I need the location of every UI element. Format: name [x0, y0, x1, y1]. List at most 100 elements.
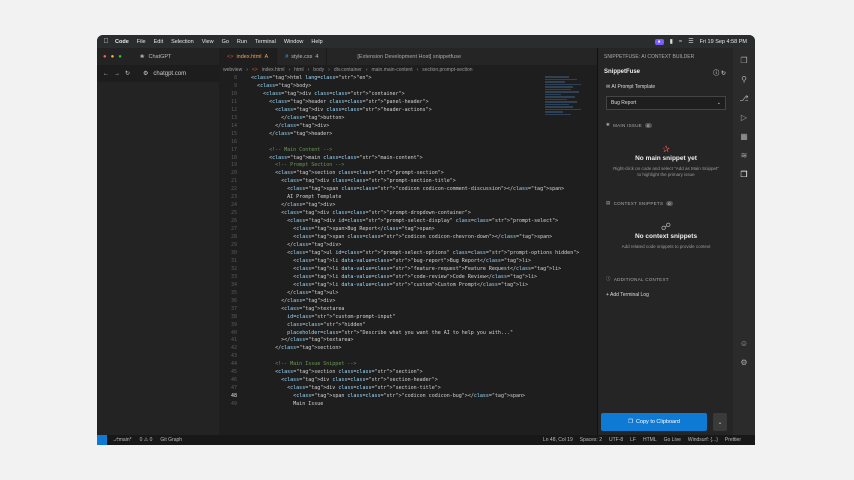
code-line[interactable]: 43: [219, 353, 589, 361]
breadcrumb-item[interactable]: section.prompt-section: [422, 67, 472, 73]
code-line[interactable]: 13 </class="tag">button>: [219, 115, 589, 123]
source-control-icon[interactable]: ⎇: [739, 94, 748, 103]
code-line[interactable]: 46 <class="tag">div class=class="str">"s…: [219, 377, 589, 385]
help-icon[interactable]: ⓘ: [713, 71, 719, 77]
menu-terminal[interactable]: Terminal: [255, 39, 276, 45]
code-line[interactable]: 9 <class="tag">body>: [219, 83, 589, 91]
breadcrumb-item[interactable]: webview: [223, 67, 242, 73]
settings-gear-icon[interactable]: ⚙: [740, 358, 747, 367]
problems-count[interactable]: 0 ⚠ 0: [140, 437, 153, 443]
menu-code[interactable]: Code: [115, 39, 129, 45]
snippetfuse-icon[interactable]: ❒: [740, 170, 747, 179]
add-terminal-log-button[interactable]: + Add Terminal Log: [598, 292, 734, 298]
line-ending[interactable]: LF: [630, 437, 636, 443]
remote-indicator[interactable]: [97, 435, 107, 445]
code-line[interactable]: 48 <class="tag">span class=class="str">"…: [219, 393, 589, 401]
code-line[interactable]: 34 <class="tag">li data-value=class="str…: [219, 282, 589, 290]
code-line[interactable]: 45 <class="tag">section class=class="str…: [219, 369, 589, 377]
prettier-status[interactable]: Prettier: [725, 437, 741, 443]
breadcrumb-item[interactable]: div.container: [334, 67, 362, 73]
copy-options-dropdown[interactable]: ⌄: [713, 413, 727, 431]
browser-tab-label[interactable]: ChatGPT: [148, 54, 171, 60]
menu-help[interactable]: Help: [311, 39, 322, 45]
code-line[interactable]: 47 <class="tag">div class=class="str">"s…: [219, 385, 589, 393]
code-lines[interactable]: 8 <class="tag">html lang=class="str">"en…: [219, 75, 589, 437]
prompt-template-select[interactable]: Bug Report ⌄: [606, 96, 726, 110]
context-snippets-header[interactable]: ▤ CONTEXT SNIPPETS 0: [598, 200, 734, 206]
code-line[interactable]: 30 <class="tag">ul id=class="str">"promp…: [219, 250, 589, 258]
code-line[interactable]: 23 AI Prompt Template: [219, 194, 589, 202]
code-line[interactable]: 16: [219, 139, 589, 147]
code-line[interactable]: 22 <class="tag">span class=class="str">"…: [219, 186, 589, 194]
code-line[interactable]: 38 id=class="str">"custom-prompt-input": [219, 314, 589, 322]
additional-context-header[interactable]: ⓘ ADDITIONAL CONTEXT: [598, 276, 734, 282]
code-line[interactable]: 8 <class="tag">html lang=class="str">"en…: [219, 75, 589, 83]
control-center-icon[interactable]: ☰: [688, 38, 693, 45]
go-live[interactable]: Go Live: [664, 437, 681, 443]
account-icon[interactable]: ☺: [740, 339, 748, 348]
code-line[interactable]: 15 </class="tag">header>: [219, 131, 589, 139]
search-icon[interactable]: ⚲: [741, 75, 747, 84]
breadcrumb-item[interactable]: index.html: [262, 67, 285, 73]
encoding[interactable]: UTF-8: [609, 437, 623, 443]
reload-icon[interactable]: ↻: [125, 70, 130, 77]
back-arrow-icon[interactable]: ←: [103, 71, 109, 77]
menu-file[interactable]: File: [137, 39, 146, 45]
url-field[interactable]: chatgpt.com: [153, 71, 186, 77]
code-line[interactable]: 36 </class="tag">div>: [219, 298, 589, 306]
explorer-icon[interactable]: ❐: [740, 56, 747, 65]
close-window-icon[interactable]: ●: [103, 54, 107, 60]
extensions-icon[interactable]: ▦: [740, 132, 748, 141]
code-line[interactable]: 19 <!-- Prompt Section -->: [219, 162, 589, 170]
menu-run[interactable]: Run: [237, 39, 247, 45]
extension-status-icon[interactable]: ●: [654, 38, 664, 45]
copy-to-clipboard-button[interactable]: ❐ Copy to Clipboard: [601, 413, 707, 431]
windsurf-icon[interactable]: ≋: [741, 151, 748, 160]
cursor-position[interactable]: Ln 48, Col 19: [543, 437, 573, 443]
code-line[interactable]: 26 <class="tag">div id=class="str">"prom…: [219, 218, 589, 226]
code-line[interactable]: 44 <!-- Main Issue Snippet -->: [219, 361, 589, 369]
code-line[interactable]: 37 <class="tag">textarea: [219, 306, 589, 314]
code-line[interactable]: 41 ></class="tag">textarea>: [219, 337, 589, 345]
code-line[interactable]: 11 <class="tag">header class=class="str"…: [219, 99, 589, 107]
wifi-icon[interactable]: ≈: [679, 39, 682, 45]
code-line[interactable]: 35 </class="tag">ul>: [219, 290, 589, 298]
site-settings-icon[interactable]: ⚙: [143, 70, 148, 77]
breadcrumb-item[interactable]: body: [313, 67, 324, 73]
code-line[interactable]: 32 <class="tag">li data-value=class="str…: [219, 266, 589, 274]
code-line[interactable]: 27 <class="tag">span>Bug Report</class="…: [219, 226, 589, 234]
refresh-icon[interactable]: ↻: [721, 71, 726, 77]
code-line[interactable]: 21 <class="tag">div class=class="str">"p…: [219, 178, 589, 186]
code-line[interactable]: 42 </class="tag">section>: [219, 345, 589, 353]
code-line[interactable]: 17 <!-- Main Content -->: [219, 147, 589, 155]
menu-selection[interactable]: Selection: [171, 39, 194, 45]
language-mode[interactable]: HTML: [643, 437, 657, 443]
code-line[interactable]: 33 <class="tag">li data-value=class="str…: [219, 274, 589, 282]
menu-edit[interactable]: Edit: [154, 39, 163, 45]
main-issue-header[interactable]: ✱ MAIN ISSUE 0: [598, 122, 734, 128]
code-line[interactable]: 49 Main Issue: [219, 401, 589, 409]
git-graph[interactable]: Git Graph: [160, 437, 182, 443]
code-line[interactable]: 40 placeholder=class="str">"Describe wha…: [219, 330, 589, 338]
menu-view[interactable]: View: [202, 39, 214, 45]
code-line[interactable]: 28 <class="tag">span class=class="str">"…: [219, 234, 589, 242]
apple-icon[interactable]: : [97, 38, 115, 45]
code-line[interactable]: 31 <class="tag">li data-value=class="str…: [219, 258, 589, 266]
code-line[interactable]: 14 </class="tag">div>: [219, 123, 589, 131]
code-line[interactable]: 25 <class="tag">div class=class="str">"p…: [219, 210, 589, 218]
menu-go[interactable]: Go: [222, 39, 229, 45]
git-branch[interactable]: main*: [119, 437, 132, 443]
code-line[interactable]: 12 <class="tag">div class=class="str">"h…: [219, 107, 589, 115]
windsurf-status[interactable]: Windsurf: {...}: [688, 437, 718, 443]
minimap[interactable]: [545, 75, 585, 135]
tab-style-css[interactable]: # style.css 4: [277, 48, 328, 65]
breadcrumb-item[interactable]: html: [294, 67, 303, 73]
code-line[interactable]: 39 class=class="str">"hidden": [219, 322, 589, 330]
code-line[interactable]: 20 <class="tag">section class=class="str…: [219, 170, 589, 178]
code-line[interactable]: 29 </class="tag">div>: [219, 242, 589, 250]
forward-arrow-icon[interactable]: →: [114, 71, 120, 77]
tab-index-html[interactable]: <> index.html A: [219, 48, 278, 65]
code-line[interactable]: 24 </class="tag">div>: [219, 202, 589, 210]
run-debug-icon[interactable]: ▷: [741, 113, 747, 122]
menubar-clock[interactable]: Fri 19 Sep 4:58 PM: [700, 39, 747, 45]
